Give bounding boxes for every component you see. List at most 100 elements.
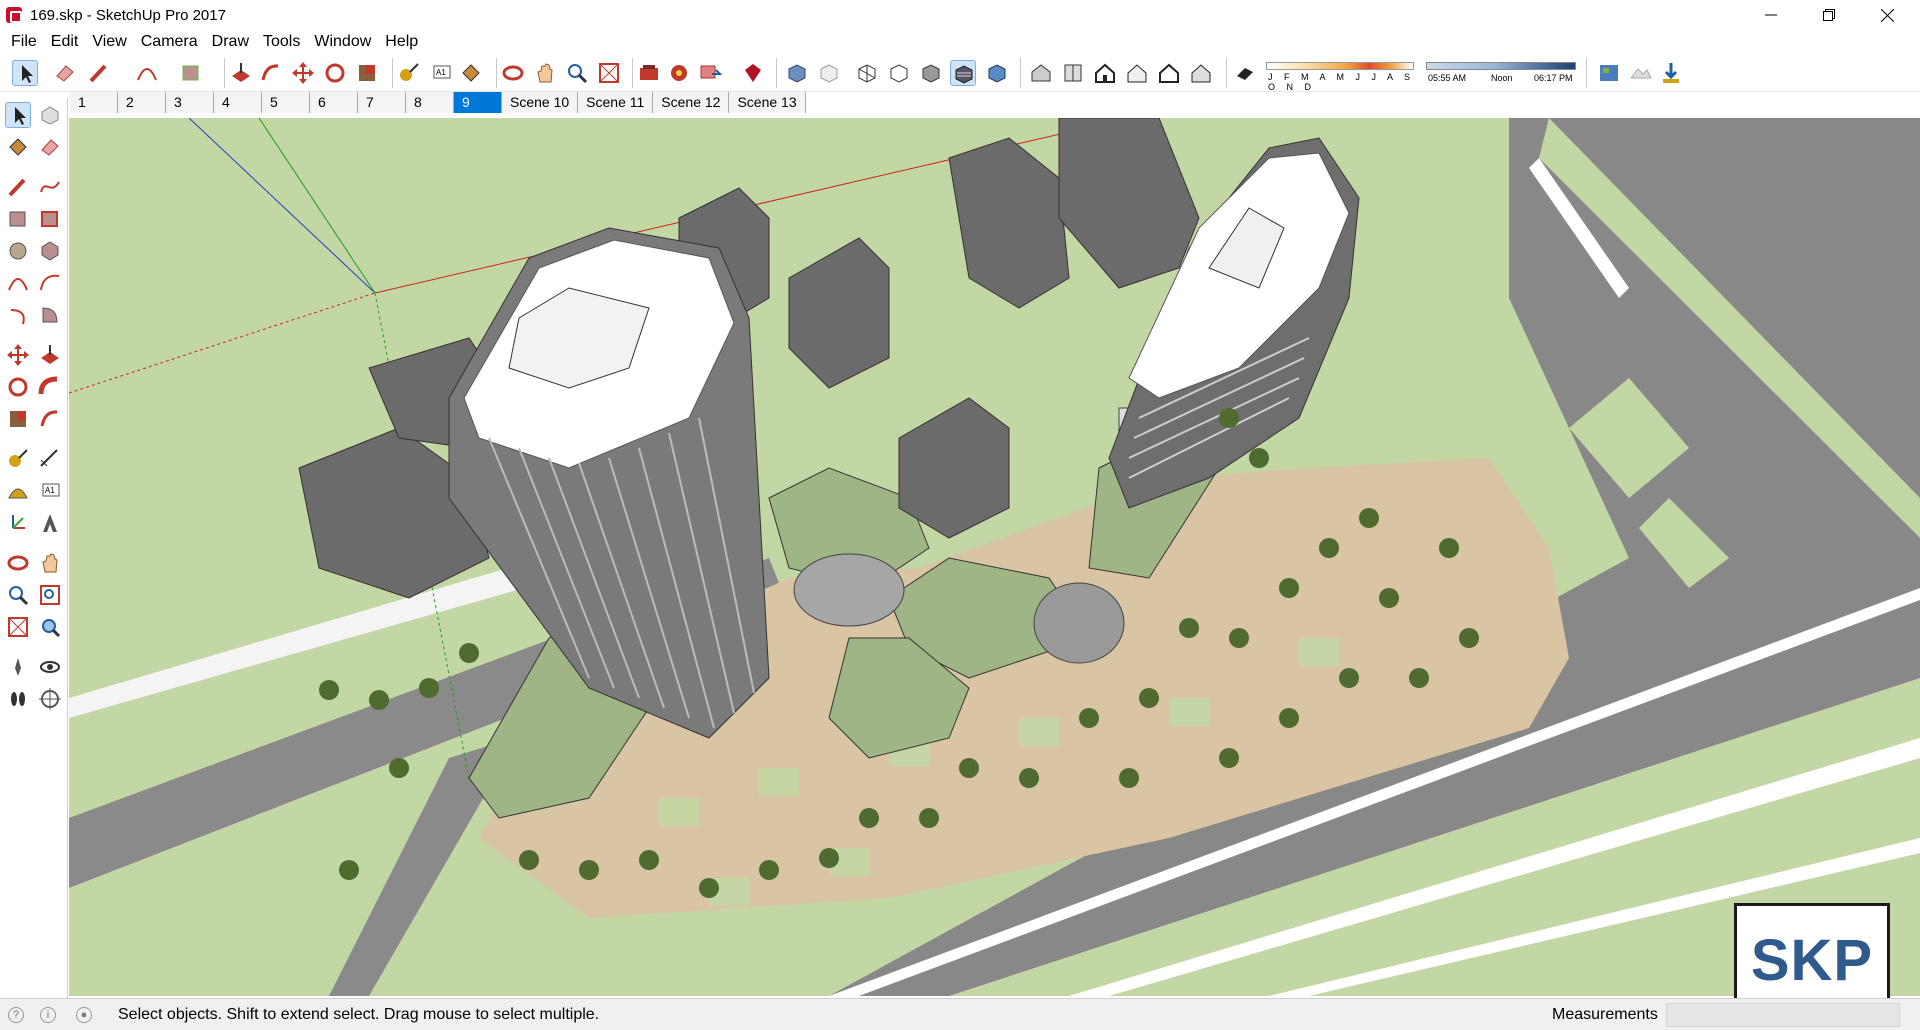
tape-measure-button[interactable] bbox=[396, 60, 422, 86]
back-view-button[interactable] bbox=[1156, 60, 1182, 86]
hidden-line-button[interactable] bbox=[886, 60, 912, 86]
shadow-time-slider[interactable]: 05:55 AM Noon 06:17 PM bbox=[1426, 62, 1576, 86]
palette-offset-button[interactable] bbox=[37, 406, 63, 432]
line-tool-button[interactable] bbox=[86, 60, 112, 86]
menu-camera[interactable]: Camera bbox=[134, 33, 205, 51]
palette-arc-button[interactable] bbox=[5, 270, 31, 296]
front-view-button[interactable] bbox=[1092, 60, 1118, 86]
eraser-tool-button[interactable] bbox=[52, 60, 78, 86]
scene-tab-6[interactable]: 6 bbox=[310, 92, 358, 113]
sketchup-app-icon[interactable] bbox=[6, 7, 22, 23]
palette-zoom-button[interactable] bbox=[5, 582, 31, 608]
menu-help[interactable]: Help bbox=[378, 33, 425, 51]
palette-axes-button[interactable] bbox=[5, 510, 31, 536]
palette-pie-button[interactable] bbox=[37, 302, 63, 328]
menu-window[interactable]: Window bbox=[307, 33, 378, 51]
palette-dimension-button[interactable] bbox=[37, 446, 63, 472]
menu-tools[interactable]: Tools bbox=[256, 33, 307, 51]
palette-3point-arc-button[interactable] bbox=[5, 302, 31, 328]
palette-follow-me-button[interactable] bbox=[37, 374, 63, 400]
palette-paint-button[interactable] bbox=[5, 134, 31, 160]
move-button[interactable] bbox=[290, 60, 316, 86]
text-tool-button[interactable]: A1 bbox=[428, 60, 454, 86]
user-account-icon[interactable]: ● bbox=[76, 1007, 92, 1023]
scene-tab-5[interactable]: 5 bbox=[262, 92, 310, 113]
palette-section-plane-button[interactable] bbox=[37, 686, 63, 712]
palette-protractor-button[interactable] bbox=[5, 478, 31, 504]
palette-look-around-button[interactable] bbox=[37, 654, 63, 680]
terrain-toggle-button[interactable] bbox=[1628, 60, 1654, 86]
palette-line-button[interactable] bbox=[5, 174, 31, 200]
arc-tool-button[interactable] bbox=[134, 60, 160, 86]
palette-eraser-button[interactable] bbox=[37, 134, 63, 160]
zoom-extents-button[interactable] bbox=[596, 60, 622, 86]
palette-rectangle-button[interactable] bbox=[5, 206, 31, 232]
pan-button[interactable] bbox=[532, 60, 558, 86]
menu-view[interactable]: View bbox=[85, 33, 133, 51]
model-viewport[interactable] bbox=[69, 118, 1920, 996]
monochrome-button[interactable] bbox=[984, 60, 1010, 86]
minimize-button[interactable] bbox=[1742, 0, 1800, 30]
right-view-button[interactable] bbox=[1124, 60, 1150, 86]
scene-tab-10[interactable]: Scene 10 bbox=[502, 92, 579, 113]
scene-tab-9[interactable]: 9 bbox=[454, 92, 502, 113]
palette-2point-arc-button[interactable] bbox=[37, 270, 63, 296]
palette-polygon-button[interactable] bbox=[37, 238, 63, 264]
push-pull-button[interactable] bbox=[228, 60, 254, 86]
palette-pan-button[interactable] bbox=[37, 550, 63, 576]
top-view-button[interactable] bbox=[1060, 60, 1086, 86]
close-button[interactable] bbox=[1858, 0, 1916, 30]
palette-3d-text-button[interactable] bbox=[37, 510, 63, 536]
geo-location-button[interactable] bbox=[1596, 60, 1622, 86]
scene-tab-12[interactable]: Scene 12 bbox=[653, 92, 730, 113]
palette-rotate-button[interactable] bbox=[5, 374, 31, 400]
scene-tab-8[interactable]: 8 bbox=[406, 92, 454, 113]
menu-edit[interactable]: Edit bbox=[44, 33, 86, 51]
offset-button[interactable] bbox=[258, 60, 284, 86]
menu-file[interactable]: File bbox=[4, 33, 44, 51]
palette-freehand-button[interactable] bbox=[37, 174, 63, 200]
orbit-button[interactable] bbox=[500, 60, 526, 86]
palette-orbit-button[interactable] bbox=[5, 550, 31, 576]
scale-button[interactable] bbox=[354, 60, 380, 86]
shaded-textures-button[interactable] bbox=[950, 60, 976, 86]
restore-button[interactable] bbox=[1800, 0, 1858, 30]
select-tool-button[interactable] bbox=[12, 60, 38, 86]
palette-select-button[interactable] bbox=[5, 102, 31, 128]
shaded-button[interactable] bbox=[918, 60, 944, 86]
measurements-input[interactable] bbox=[1666, 1003, 1900, 1027]
palette-zoom-window-button[interactable] bbox=[37, 582, 63, 608]
xray-style-button[interactable] bbox=[784, 60, 810, 86]
scene-tab-13[interactable]: Scene 13 bbox=[729, 92, 806, 113]
send-to-layout-button[interactable] bbox=[698, 60, 724, 86]
credits-status-icon[interactable]: i bbox=[40, 1007, 56, 1023]
shapes-tool-button[interactable] bbox=[178, 60, 204, 86]
palette-tape-measure-button[interactable] bbox=[5, 446, 31, 472]
shadow-date-slider[interactable]: J F M A M J J A S O N D bbox=[1266, 62, 1414, 92]
scene-tab-3[interactable]: 3 bbox=[166, 92, 214, 113]
palette-circle-button[interactable] bbox=[5, 238, 31, 264]
back-edges-button[interactable] bbox=[816, 60, 842, 86]
geolocation-status-icon[interactable]: ? bbox=[8, 1007, 24, 1023]
shadow-toggle-button[interactable] bbox=[1232, 60, 1258, 86]
warehouse-button[interactable] bbox=[636, 60, 662, 86]
zoom-button[interactable] bbox=[564, 60, 590, 86]
palette-scale-button[interactable] bbox=[5, 406, 31, 432]
scene-tab-7[interactable]: 7 bbox=[358, 92, 406, 113]
palette-rotated-rectangle-button[interactable] bbox=[37, 206, 63, 232]
iso-view-button[interactable] bbox=[1028, 60, 1054, 86]
menu-draw[interactable]: Draw bbox=[205, 33, 256, 51]
palette-walk-button[interactable] bbox=[5, 686, 31, 712]
palette-move-button[interactable] bbox=[5, 342, 31, 368]
add-location-button[interactable] bbox=[1658, 60, 1684, 86]
wireframe-button[interactable] bbox=[854, 60, 880, 86]
palette-push-pull-button[interactable] bbox=[37, 342, 63, 368]
rotate-button[interactable] bbox=[322, 60, 348, 86]
scene-tab-1[interactable]: 1 bbox=[70, 92, 118, 113]
palette-text-button[interactable]: A1 bbox=[37, 478, 63, 504]
palette-zoom-extents-button[interactable] bbox=[5, 614, 31, 640]
paint-bucket-button[interactable] bbox=[458, 60, 484, 86]
scene-tab-4[interactable]: 4 bbox=[214, 92, 262, 113]
scene-tab-2[interactable]: 2 bbox=[118, 92, 166, 113]
left-view-button[interactable] bbox=[1188, 60, 1214, 86]
